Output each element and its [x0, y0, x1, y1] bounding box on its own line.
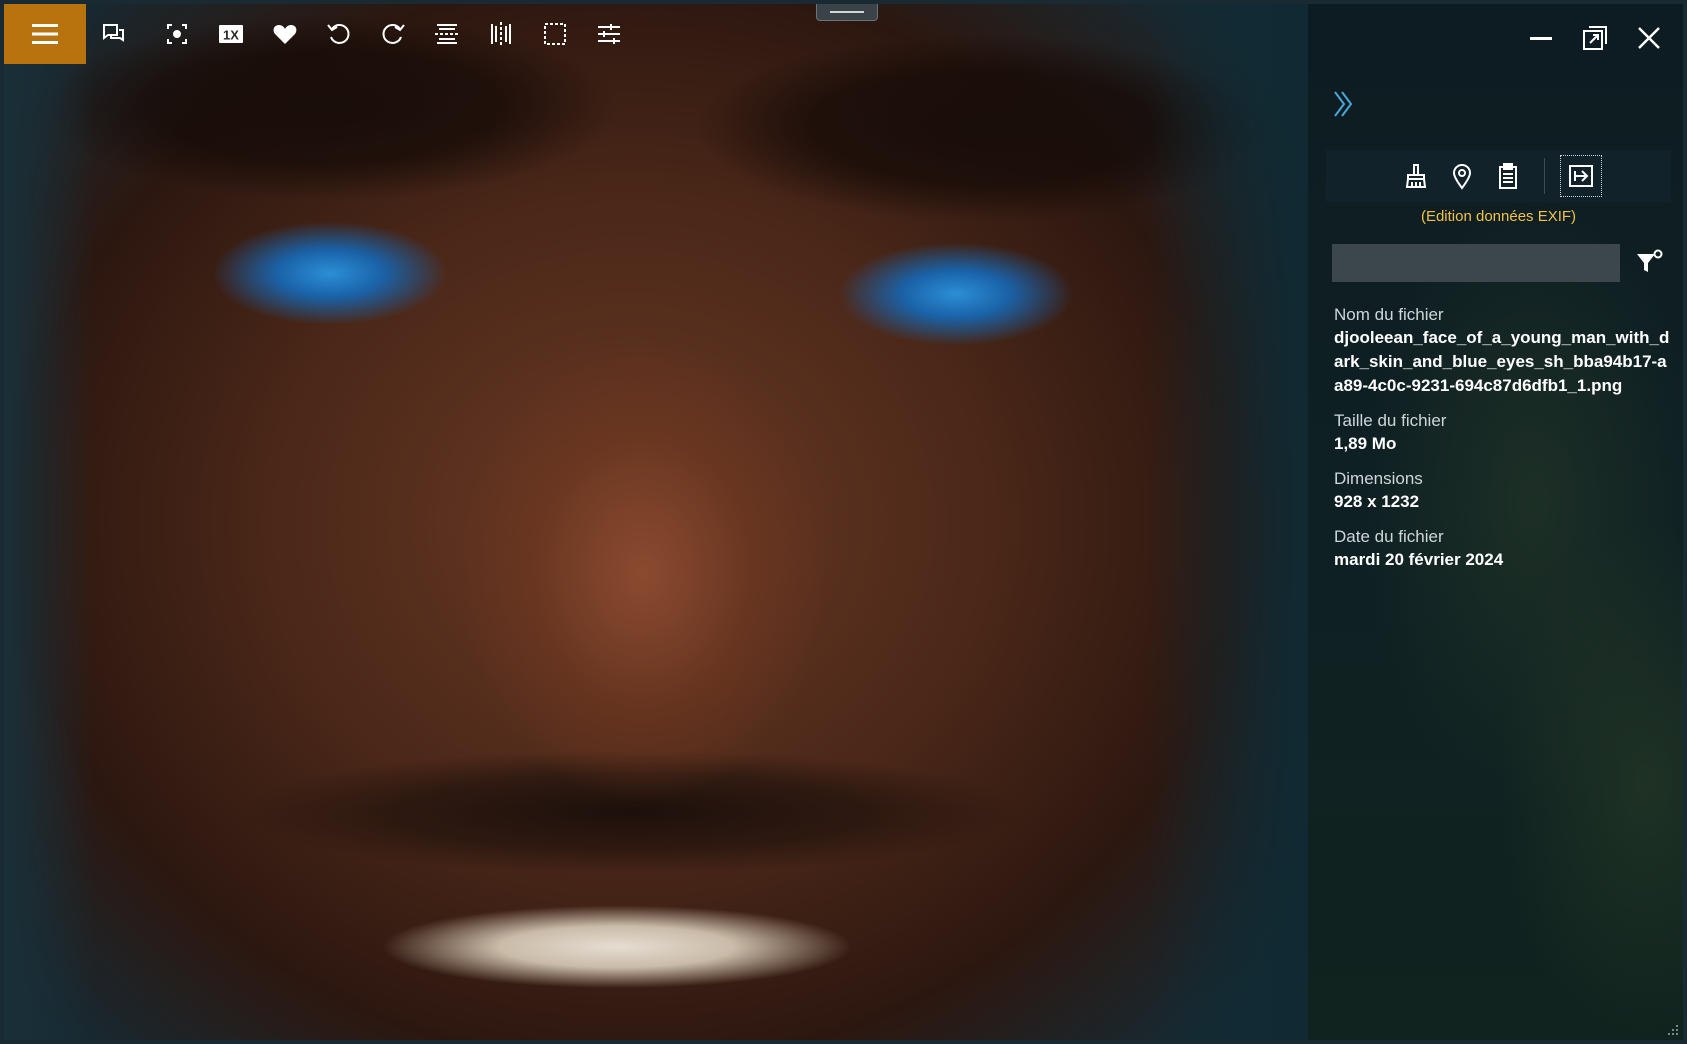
- drag-handle-grip: [830, 11, 864, 13]
- adjustments-icon: [598, 24, 620, 44]
- file-info: Nom du fichier djooleean_face_of_a_young…: [1334, 304, 1674, 584]
- exif-edit-label: (Edition données EXIF): [1420, 208, 1577, 225]
- edit-exif-button[interactable]: [1560, 155, 1602, 197]
- actual-size-icon: 1X: [219, 25, 243, 43]
- filter-input[interactable]: [1332, 244, 1620, 282]
- hamburger-icon: [32, 24, 58, 44]
- resize-grip-icon[interactable]: [1665, 1022, 1679, 1036]
- info-label: Date du fichier: [1334, 527, 1444, 546]
- flip-horizontal-button[interactable]: [474, 4, 528, 64]
- minimize-button[interactable]: [1518, 18, 1564, 58]
- info-value: djooleean_face_of_a_young_man_with_dark_…: [1334, 328, 1670, 395]
- focus-button[interactable]: [150, 4, 204, 64]
- info-filesize: Taille du fichier 1,89 Mo: [1334, 410, 1674, 456]
- close-icon: [1638, 27, 1660, 49]
- tools-separator: [1544, 158, 1545, 194]
- photo-shading-right: [1148, 4, 1308, 1040]
- info-value: 928 x 1232: [1334, 492, 1420, 511]
- image-viewer-window: 1X (Edition données EXIF) Nom du fichier…: [4, 4, 1683, 1040]
- panel-tools: [1326, 150, 1671, 202]
- close-button[interactable]: [1626, 18, 1672, 58]
- favorite-button[interactable]: [258, 4, 312, 64]
- info-panel: (Edition données EXIF) Nom du fichier dj…: [1308, 4, 1683, 1040]
- collapse-panel-button[interactable]: [1326, 86, 1362, 122]
- flip-horizontal-icon: [491, 22, 511, 46]
- info-value: 1,89 Mo: [1334, 434, 1397, 453]
- location-button[interactable]: [1446, 160, 1478, 192]
- focus-icon: [167, 24, 187, 44]
- info-date: Date du fichier mardi 20 février 2024: [1334, 526, 1674, 572]
- filter-button[interactable]: [1634, 248, 1664, 278]
- rotate-left-icon: [327, 24, 350, 44]
- restore-button[interactable]: [1572, 18, 1618, 58]
- crop-button[interactable]: [528, 4, 582, 64]
- broom-icon: [1405, 164, 1427, 188]
- export-icon: [1569, 165, 1593, 187]
- photo-view[interactable]: [4, 4, 1308, 1040]
- actual-size-button[interactable]: 1X: [204, 4, 258, 64]
- clipboard-icon: [1499, 163, 1517, 189]
- adjustments-button[interactable]: [582, 4, 636, 64]
- svg-text:1X: 1X: [223, 28, 239, 43]
- info-label: Nom du fichier: [1334, 305, 1444, 324]
- chevron-double-right-icon: [1334, 91, 1353, 117]
- rotate-left-button[interactable]: [312, 4, 366, 64]
- rotate-right-icon: [382, 24, 405, 44]
- clipboard-button[interactable]: [1492, 160, 1524, 192]
- flip-vertical-button[interactable]: [420, 4, 474, 64]
- photo-shading-left: [4, 4, 94, 1040]
- toolbar: 1X: [86, 4, 636, 64]
- heart-icon: [273, 25, 297, 44]
- crop-icon: [544, 23, 566, 45]
- rotate-right-button[interactable]: [366, 4, 420, 64]
- comments-button[interactable]: [86, 4, 140, 64]
- main-menu-button[interactable]: [4, 4, 86, 64]
- info-label: Taille du fichier: [1334, 411, 1447, 430]
- filter-settings-icon: [1637, 249, 1663, 272]
- minimize-icon: [1530, 37, 1552, 40]
- info-value: mardi 20 février 2024: [1334, 550, 1504, 569]
- chat-icon: [103, 24, 124, 42]
- info-dimensions: Dimensions 928 x 1232: [1334, 468, 1674, 514]
- location-pin-icon: [1452, 164, 1472, 190]
- info-filename: Nom du fichier djooleean_face_of_a_young…: [1334, 304, 1674, 398]
- clean-metadata-button[interactable]: [1400, 160, 1432, 192]
- info-label: Dimensions: [1334, 469, 1423, 488]
- flip-vertical-icon: [435, 24, 459, 44]
- drag-handle[interactable]: [816, 4, 878, 21]
- restore-icon: [1583, 26, 1607, 50]
